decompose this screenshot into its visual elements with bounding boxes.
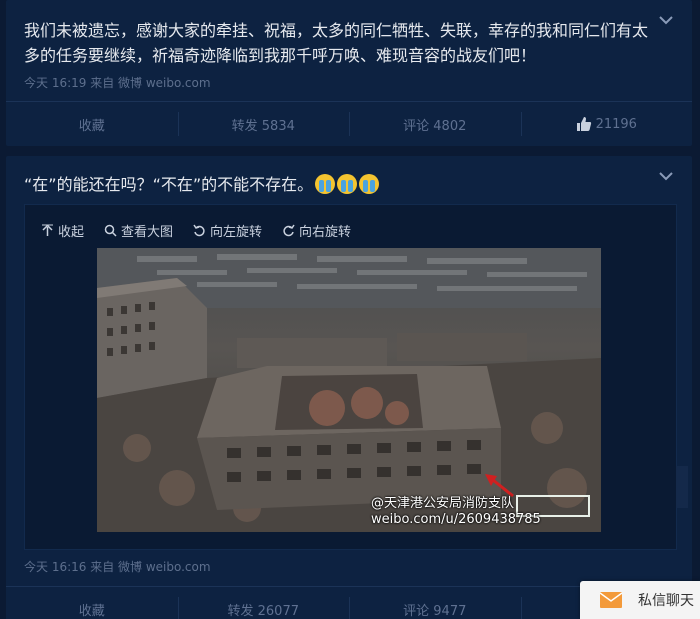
collapse-label: 收起: [58, 225, 85, 240]
crying-emoji-icon: [359, 174, 380, 194]
view-large-label: 查看大图: [121, 225, 174, 240]
chat-label: 私信聊天: [638, 593, 694, 609]
rotate-left-label: 向左旋转: [210, 225, 263, 240]
crying-emoji-icon: [337, 174, 358, 194]
watermark-line-2: weibo.com/u/2609438785: [371, 512, 541, 527]
rotate-right-icon: [283, 224, 295, 237]
media-toolbar: 收起 查看大图 向左旋转 向右旋转: [41, 221, 351, 240]
crying-emoji-icon: [315, 174, 336, 194]
post-meta: 今天 16:16 来自 微博 weibo.com: [24, 560, 211, 574]
repost-button[interactable]: 转发 26077: [177, 587, 350, 619]
post-meta: 今天 16:19 来自 微博 weibo.com: [24, 76, 211, 90]
favorite-button[interactable]: 收藏: [6, 102, 178, 146]
comment-button[interactable]: 评论 9477: [349, 587, 521, 619]
rotate-left-button[interactable]: 向左旋转: [193, 221, 262, 240]
repost-label: 转发 26077: [227, 603, 300, 619]
post-photo[interactable]: @天津港公安局消防支队 weibo.com/u/2609438785: [97, 248, 601, 532]
post-actions: 收藏 转发 5834 评论 4802 21196: [6, 102, 692, 146]
watermark-line-1: @天津港公安局消防支队: [371, 496, 515, 511]
weibo-post-card: “在”的能还在吗？“不在”的不能不存在。 收起 查看大图 向左旋转 向右旋转 @…: [6, 156, 692, 619]
post-text: 我们未被遗忘，感谢大家的牵挂、祝福，太多的同仁牺牲、失联，幸存的我和同仁们有太多…: [24, 21, 649, 65]
photo-watermark: @天津港公安局消防支队 weibo.com/u/2609438785: [371, 496, 541, 528]
rotate-left-icon: [193, 224, 205, 237]
weibo-post-card: 我们未被遗忘，感谢大家的牵挂、祝福，太多的同仁牺牲、失联，幸存的我和同仁们有太多…: [6, 0, 692, 146]
private-message-chat-button[interactable]: 私信聊天: [580, 581, 700, 619]
like-count: 21196: [595, 116, 637, 132]
like-button[interactable]: 21196: [520, 102, 693, 146]
comment-button[interactable]: 评论 4802: [349, 102, 521, 146]
envelope-icon: [600, 592, 622, 608]
media-expanded-view: 收起 查看大图 向左旋转 向右旋转 @天津港公安局消防支队 weibo.com/…: [24, 204, 677, 550]
favorite-label: 收藏: [78, 603, 105, 619]
post-text-content: “在”的能还在吗？“不在”的不能不存在。: [24, 175, 314, 194]
arrow-up-icon: [42, 224, 53, 236]
comment-label: 评论 9477: [403, 603, 467, 619]
chevron-down-icon[interactable]: [658, 15, 674, 25]
repost-button[interactable]: 转发 5834: [177, 102, 350, 146]
view-large-button[interactable]: 查看大图: [104, 221, 173, 240]
magnifier-icon: [104, 224, 117, 237]
rotate-right-button[interactable]: 向右旋转: [282, 221, 351, 240]
rotate-right-label: 向右旋转: [299, 225, 352, 240]
aerial-photo-illustration: [97, 248, 601, 532]
chevron-down-icon[interactable]: [658, 171, 674, 181]
repost-label: 转发 5834: [231, 118, 295, 134]
post-text: “在”的能还在吗？“不在”的不能不存在。: [24, 172, 652, 197]
favorite-button[interactable]: 收藏: [6, 587, 178, 619]
scrollbar-thumb[interactable]: [676, 466, 688, 508]
comment-label: 评论 4802: [403, 118, 467, 134]
thumbs-up-icon: [576, 117, 591, 131]
favorite-label: 收藏: [78, 118, 105, 134]
collapse-button[interactable]: 收起: [41, 221, 84, 240]
